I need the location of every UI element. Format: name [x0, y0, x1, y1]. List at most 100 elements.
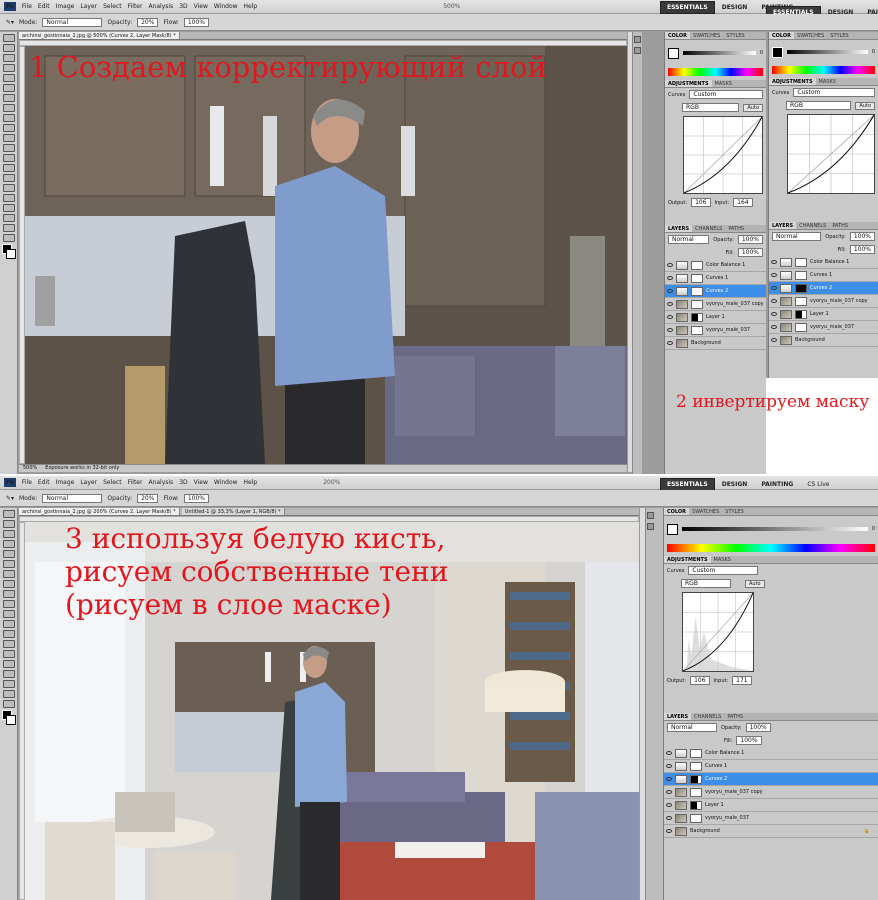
fill-field-3[interactable]: 100% — [736, 736, 762, 745]
eye-icon[interactable] — [771, 325, 777, 329]
workspace-essentials[interactable]: ESSENTIALS — [660, 1, 715, 14]
opacity-field[interactable]: 20% — [137, 17, 159, 27]
blend-mode-select-3[interactable]: Normal — [667, 723, 717, 732]
tab-channels-3[interactable]: CHANNELS — [691, 713, 724, 720]
eye-icon[interactable] — [667, 315, 673, 319]
menu-image-2[interactable]: Image — [56, 479, 75, 486]
curves-graph-3[interactable] — [682, 592, 754, 672]
eye-icon[interactable] — [666, 829, 672, 833]
eye-icon[interactable] — [666, 790, 672, 794]
history-panel-icon-2[interactable] — [647, 512, 654, 519]
layer-row[interactable]: vyoryu_male_037 copy — [664, 786, 878, 799]
tab-adjustments[interactable]: ADJUSTMENTS — [665, 80, 712, 87]
gradient-tool-icon[interactable] — [3, 144, 15, 152]
layer-row[interactable]: vyoryu_male_037 copy — [665, 298, 766, 311]
actions-panel-icon[interactable] — [634, 47, 641, 54]
crop-tool-icon[interactable] — [3, 74, 15, 82]
color-spectrum-2[interactable] — [772, 66, 875, 74]
menu-3d-2[interactable]: 3D — [179, 479, 187, 486]
menu-layer-2[interactable]: Layer — [80, 479, 97, 486]
color-slider[interactable] — [683, 51, 756, 55]
tab-styles-3[interactable]: STYLES — [722, 508, 746, 515]
preset-select[interactable]: Custom — [689, 90, 763, 99]
color-value-2[interactable]: 0 — [872, 49, 875, 55]
zoom-display-2[interactable]: 200% — [323, 479, 340, 486]
flow-field-2[interactable]: 100% — [183, 493, 209, 503]
brush-tool-icon[interactable] — [3, 580, 15, 588]
tab-styles[interactable]: STYLES — [723, 32, 747, 39]
layer-row[interactable]: vyoryu_male_037 — [664, 812, 878, 825]
type-tool-icon[interactable] — [3, 660, 15, 668]
dodge-tool-icon[interactable] — [3, 640, 15, 648]
menu-filter-2[interactable]: Filter — [128, 479, 143, 486]
blur-tool-icon[interactable] — [3, 154, 15, 162]
blend-mode-select[interactable]: Normal — [668, 235, 710, 244]
menu-window[interactable]: Window — [214, 3, 238, 10]
flow-field[interactable]: 100% — [183, 17, 209, 27]
channel-select-3[interactable]: RGB — [681, 579, 731, 588]
eye-icon[interactable] — [667, 289, 673, 293]
layer-row[interactable]: Background — [769, 334, 878, 347]
tab-layers-2[interactable]: LAYERS — [769, 222, 797, 229]
color-spectrum[interactable] — [668, 68, 763, 76]
input-field[interactable]: 164 — [733, 198, 753, 207]
auto-button[interactable]: Auto — [743, 103, 763, 112]
menu-select[interactable]: Select — [103, 3, 122, 10]
channel-select-2[interactable]: RGB — [786, 101, 852, 110]
preset-select-2[interactable]: Custom — [793, 88, 875, 97]
preset-select-3[interactable]: Custom — [688, 566, 759, 575]
color-swatch-icon-2[interactable] — [772, 46, 783, 58]
layer-row[interactable]: Layer 1 — [664, 799, 878, 812]
canvas-image-2[interactable]: 3 используя белую кисть, рисуем собствен… — [25, 522, 639, 900]
3d-tool-icon[interactable] — [3, 214, 15, 222]
healing-tool-icon[interactable] — [3, 94, 15, 102]
eye-icon[interactable] — [667, 276, 673, 280]
layer-row-selected[interactable]: Curves 2 — [664, 773, 878, 786]
background-color-swatch[interactable] — [6, 249, 16, 259]
healing-tool-icon[interactable] — [3, 570, 15, 578]
opacity-field-2[interactable]: 20% — [137, 493, 159, 503]
layer-row[interactable]: Color Balance 1 — [664, 747, 878, 760]
eyedropper-tool-icon[interactable] — [3, 560, 15, 568]
quick-select-tool-icon[interactable] — [3, 64, 15, 72]
menu-analysis[interactable]: Analysis — [148, 3, 173, 10]
eraser-tool-icon[interactable] — [3, 610, 15, 618]
tab-styles-2[interactable]: STYLES — [827, 32, 851, 39]
layer-row[interactable]: Layer 1 — [665, 311, 766, 324]
actions-panel-icon-2[interactable] — [647, 523, 654, 530]
layer-row[interactable]: Background 🔒 — [664, 825, 878, 838]
eye-icon[interactable] — [666, 816, 672, 820]
path-select-icon[interactable] — [3, 194, 15, 202]
workspace-design[interactable]: DESIGN — [715, 1, 755, 14]
eye-icon[interactable] — [771, 286, 777, 290]
background-color-swatch-2[interactable] — [6, 715, 16, 725]
tab-paths[interactable]: PATHS — [725, 225, 747, 232]
tab-layers-3[interactable]: LAYERS — [664, 713, 692, 720]
menu-image[interactable]: Image — [56, 3, 75, 10]
shape-tool-icon[interactable] — [3, 204, 15, 212]
pen-tool-icon[interactable] — [3, 650, 15, 658]
eraser-tool-icon[interactable] — [3, 134, 15, 142]
tab-masks-2[interactable]: MASKS — [816, 78, 839, 85]
eye-icon[interactable] — [666, 777, 672, 781]
tab-color[interactable]: COLOR — [665, 32, 691, 39]
curves-graph-2[interactable] — [787, 114, 875, 194]
tab-adjustments-2[interactable]: ADJUSTMENTS — [769, 78, 816, 85]
hand-tool-icon[interactable] — [3, 690, 15, 698]
layer-row[interactable]: Color Balance 1 — [769, 256, 878, 269]
menu-3d[interactable]: 3D — [179, 3, 187, 10]
tab-channels-2[interactable]: CHANNELS — [796, 222, 829, 229]
menu-filter[interactable]: Filter — [128, 3, 143, 10]
brush-tool-icon[interactable] — [3, 104, 15, 112]
lasso-tool-icon[interactable] — [3, 54, 15, 62]
eye-icon[interactable] — [771, 312, 777, 316]
tab-masks[interactable]: MASKS — [712, 80, 735, 87]
eye-icon[interactable] — [771, 260, 777, 264]
history-brush-icon[interactable] — [3, 600, 15, 608]
stamp-tool-icon[interactable] — [3, 114, 15, 122]
auto-button-2[interactable]: Auto — [855, 101, 875, 110]
lasso-tool-icon[interactable] — [3, 530, 15, 538]
tab-channels[interactable]: CHANNELS — [692, 225, 725, 232]
move-tool-icon[interactable] — [3, 34, 15, 42]
zoom-display[interactable]: 500% — [443, 3, 460, 10]
